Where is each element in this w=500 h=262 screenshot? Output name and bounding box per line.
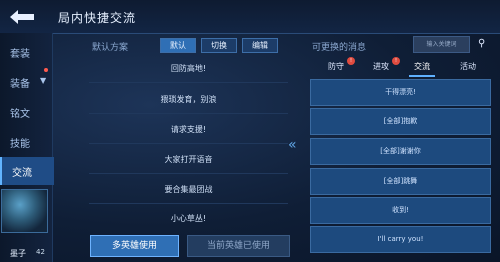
notification-dot	[44, 68, 48, 72]
sidebar-item-equipment[interactable]: 装备 ▼	[0, 68, 52, 94]
message-slot[interactable]: 大家打开语音	[89, 147, 288, 174]
top-bar: 局内快捷交流	[0, 0, 500, 34]
option-item[interactable]: [全部]跳舞	[310, 168, 491, 195]
default-button[interactable]: 默认	[160, 38, 196, 53]
search-input[interactable]: 输入关键词	[413, 36, 470, 53]
sidebar-item-label: 技能	[10, 139, 30, 150]
tab-communication[interactable]: 交流	[409, 61, 435, 77]
switch-button[interactable]: 切换	[201, 38, 237, 53]
hero-name: 墨子	[10, 249, 26, 258]
chevron-down-icon: ▼	[40, 76, 47, 85]
hero-avatar[interactable]	[1, 189, 48, 233]
default-plan-label: 默认方案	[92, 43, 129, 53]
tab-label: 防守	[328, 62, 344, 71]
hero-level: 42	[36, 248, 45, 256]
option-item[interactable]: I'll carry you!	[310, 226, 491, 253]
sidebar-item-label: 铭文	[10, 109, 30, 120]
message-slot[interactable]: 猥琐发育，别浪	[89, 87, 288, 114]
option-item[interactable]: 收到!	[310, 197, 491, 224]
message-slot[interactable]: 请求支援!	[89, 117, 288, 144]
message-slot[interactable]: 小心草丛!	[89, 206, 288, 232]
tab-badge: !	[392, 57, 400, 65]
option-item[interactable]: 干得漂亮!	[310, 79, 491, 106]
search-icon[interactable]: ⚲	[478, 38, 485, 49]
back-arrow-icon[interactable]	[8, 8, 38, 26]
tab-activity[interactable]: 活动	[455, 61, 481, 75]
multi-hero-use-button[interactable]: 多英雄使用	[90, 235, 179, 257]
sidebar-item-runes[interactable]: 铭文	[0, 100, 52, 124]
tab-label: 活动	[460, 62, 476, 71]
double-chevron-left-icon[interactable]: «	[288, 137, 297, 153]
option-item[interactable]: [全部]谢谢你	[310, 138, 491, 165]
tab-label: 交流	[414, 62, 430, 71]
tab-label: 进攻	[373, 62, 389, 71]
replaceable-messages-label: 可更换的消息	[312, 43, 367, 53]
sidebar-item-communication[interactable]: 交流	[0, 157, 54, 185]
tab-defense[interactable]: 防守 !	[324, 57, 355, 75]
edit-button[interactable]: 编辑	[242, 38, 278, 53]
sidebar-item-outfit[interactable]: 套装	[0, 40, 52, 64]
sidebar-item-label: 交流	[12, 168, 32, 179]
option-item[interactable]: [全部]抱歉	[310, 108, 491, 135]
sidebar-item-label: 套装	[10, 49, 30, 60]
message-slot[interactable]: 回防高地!	[89, 56, 288, 83]
tab-badge: !	[347, 57, 355, 65]
page-title: 局内快捷交流	[58, 11, 137, 25]
current-hero-use-button[interactable]: 当前英雄已使用	[187, 235, 290, 257]
sidebar-item-skills[interactable]: 技能	[0, 130, 52, 154]
tab-attack[interactable]: 进攻 !	[369, 57, 400, 75]
message-slot[interactable]: 要合集最团战	[89, 177, 288, 204]
sidebar-item-label: 装备	[10, 79, 30, 90]
